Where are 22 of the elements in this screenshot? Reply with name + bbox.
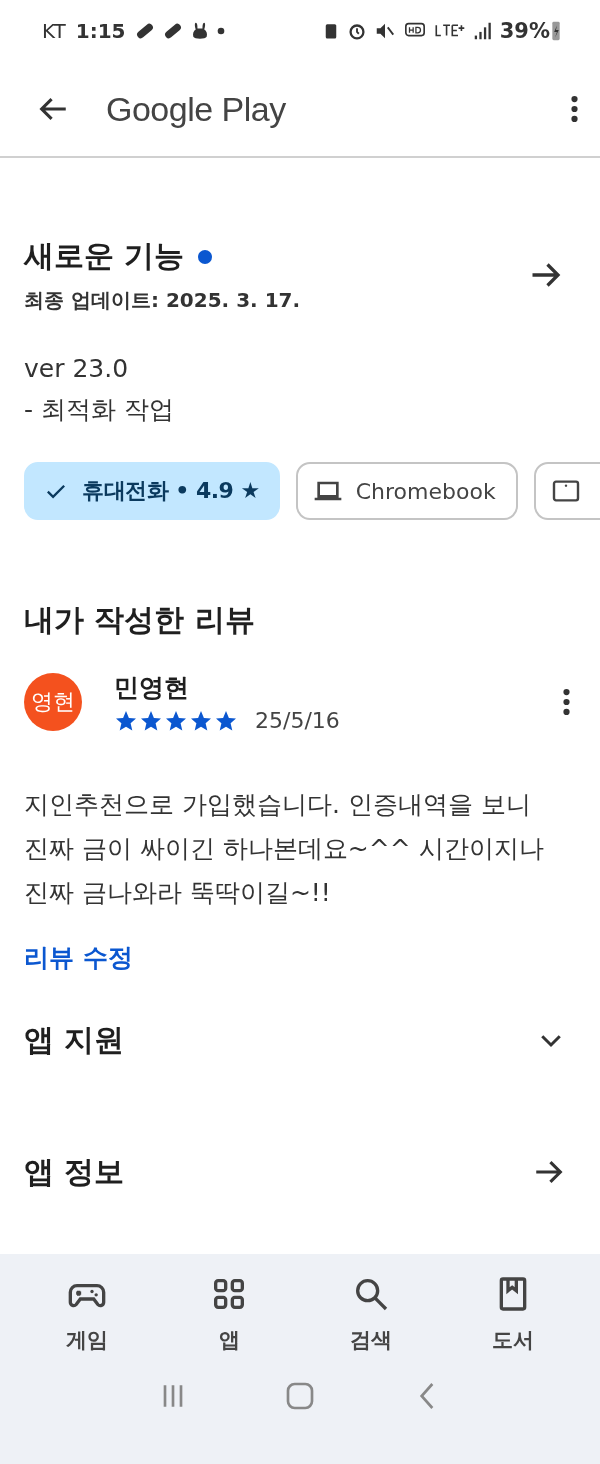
update-date: 최종 업데이트: 2025. 3. 17. [24,287,302,314]
nav-tab[interactable]: 검색 [316,1274,426,1354]
nav-tab[interactable]: 도서 [458,1274,568,1354]
release-note: - 최적화 작업 [24,394,175,426]
section-title: 새로운 기능 [24,237,185,275]
section-title: 앱 지원 [24,1020,125,1059]
review-date: 25/5/16 [255,708,340,733]
edit-review-link[interactable]: 리뷰 수정 [24,941,133,974]
clock-time: 1:15 [75,19,126,43]
nav-tab[interactable]: 앱 [174,1274,284,1354]
nav-tab[interactable]: 게임 [32,1274,142,1354]
section-title: 내가 작성한 리뷰 [24,601,256,639]
section-title: 앱 정보 [24,1152,125,1191]
review-text: 지인추천으로 가입했습니다. 인증내역을 보니 진짜 금이 싸이긴 하나본데요~^^ 시간이지나 진짜 금나와라 뚝딱이길~!! [24,789,545,909]
reviewer-name: 민영현 [114,672,190,704]
battery-percent: 39% [499,19,550,43]
device-filter-chip[interactable]: 휴대전화 • 4.9 ★ [24,462,280,520]
device-filter-chip[interactable]: Chromebook [295,462,518,520]
carrier-name: KT [42,19,66,43]
app-bar-title: Google Play [106,89,287,129]
release-note: ver 23.0 [24,354,130,383]
avatar: 영현 [24,673,82,731]
